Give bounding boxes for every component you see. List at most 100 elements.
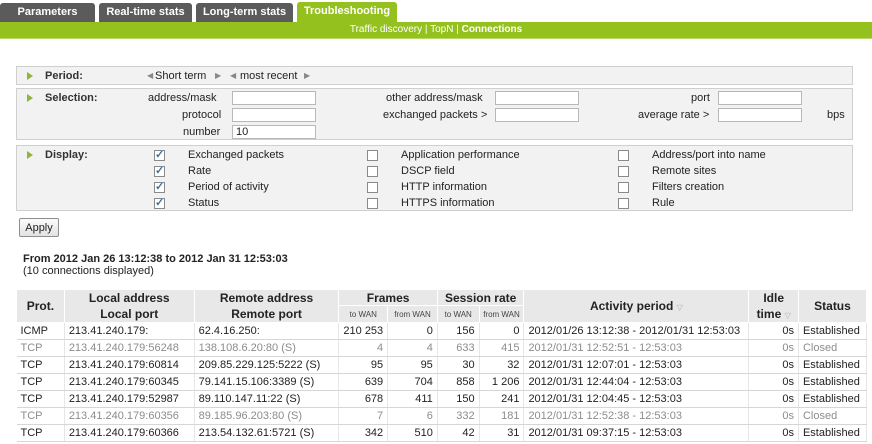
cell-period: 2012/01/31 12:52:51 - 12:53:03 — [523, 339, 750, 357]
period-term-next-icon[interactable]: ▶ — [215, 71, 221, 80]
header-activity-label: Activity period — [589, 299, 674, 313]
cell-f-to: 639 — [338, 373, 389, 391]
header-rate-to-wan[interactable]: to WAN — [436, 305, 480, 323]
checkbox-label: DSCP field — [401, 165, 455, 177]
protocol-input[interactable] — [232, 108, 316, 122]
header-remote-address[interactable]: Remote address — [193, 289, 340, 306]
checkbox-dscp-field[interactable] — [367, 166, 378, 177]
checkbox-rule[interactable] — [618, 198, 629, 209]
cell-prot: TCP — [16, 424, 65, 442]
tab-real-time-stats[interactable]: Real-time stats — [99, 3, 192, 22]
table-row[interactable]: TCP 213.41.240.179:60814 209.85.229.125:52… — [16, 356, 868, 374]
header-frames[interactable]: Frames — [338, 289, 438, 306]
connection-count-text: (10 connections displayed) — [23, 265, 154, 277]
subnav-traffic-discovery[interactable]: Traffic discovery — [350, 24, 422, 35]
average-rate-input[interactable] — [718, 108, 802, 122]
sub-navigation: Traffic discovery | TopN | Connections — [0, 22, 872, 38]
header-idle[interactable]: Idle — [748, 289, 799, 306]
tab-long-term-stats[interactable]: Long-term stats — [196, 3, 293, 22]
checkbox-address-port-into-name[interactable] — [618, 150, 629, 161]
cell-f-from: 95 — [387, 356, 438, 374]
header-prot[interactable]: Prot. — [16, 289, 65, 323]
cell-r-from: 0 — [479, 322, 525, 340]
header-remote-port[interactable]: Remote port — [193, 305, 340, 323]
number-input[interactable] — [232, 125, 316, 139]
header-rate-from-wan[interactable]: from WAN — [478, 305, 525, 323]
checkbox-label: HTTPS information — [401, 197, 495, 209]
cell-idle: 0s — [748, 339, 799, 357]
number-label: number — [183, 126, 221, 138]
expand-arrow-icon[interactable] — [27, 72, 33, 80]
sort-icon[interactable]: ▽ — [677, 303, 683, 312]
cell-remote: 89.110.147.11:22 (S) — [194, 390, 340, 408]
period-recency-next-icon[interactable]: ▶ — [304, 71, 310, 80]
table-row[interactable]: TCP 213.41.240.179:56248 138.108.6.20:80 (… — [16, 339, 868, 357]
cell-remote: 62.4.16.250: — [194, 322, 340, 340]
checkbox-filters-creation[interactable] — [618, 182, 629, 193]
subnav-topn[interactable]: TopN — [430, 24, 453, 35]
checkbox-application-performance[interactable] — [367, 150, 378, 161]
header-frames-from-wan[interactable]: from WAN — [387, 305, 438, 323]
cell-f-from: 0 — [387, 322, 438, 340]
exchanged-packets-input[interactable] — [495, 108, 579, 122]
checkbox-label: Filters creation — [652, 181, 725, 193]
cell-remote: 79.141.15.106:3389 (S) — [194, 373, 340, 391]
subnav-separator: | — [422, 24, 431, 35]
sort-icon[interactable]: ▽ — [785, 311, 791, 320]
other-address-label: other address/mask — [386, 92, 483, 104]
subnav-connections[interactable]: Connections — [462, 24, 523, 35]
expand-arrow-icon[interactable] — [27, 94, 33, 102]
cell-idle: 0s — [748, 373, 799, 391]
subnav-separator: | — [453, 24, 462, 35]
table-row[interactable]: TCP 213.41.240.179:52987 89.110.147.11:22 … — [16, 390, 868, 408]
cell-local: 213.41.240.179:56248 — [64, 339, 195, 357]
table-row[interactable]: TCP 213.41.240.179:60345 79.141.15.106:338… — [16, 373, 868, 391]
cell-status: Closed — [798, 407, 868, 425]
header-activity-period[interactable]: Activity period ▽ — [523, 289, 750, 323]
selection-label: Selection: — [45, 92, 98, 104]
cell-f-from: 704 — [387, 373, 438, 391]
checkbox-rate[interactable] — [154, 164, 165, 177]
header-status[interactable]: Status — [797, 289, 868, 323]
table-row[interactable]: TCP 213.41.240.179:60356 89.185.96.203:80 … — [16, 407, 868, 425]
table-row[interactable]: TCP 213.41.240.179:60366 213.54.132.61:572… — [16, 424, 868, 442]
tab-parameters[interactable]: Parameters — [0, 3, 95, 22]
cell-prot: TCP — [16, 373, 65, 391]
period-recency-prev-icon[interactable]: ◀ — [230, 71, 236, 80]
divider — [0, 38, 872, 39]
apply-button[interactable]: Apply — [19, 218, 59, 237]
tab-troubleshooting[interactable]: Troubleshooting — [297, 2, 397, 22]
checkbox-period-of-activity[interactable] — [154, 180, 165, 193]
period-term-prev-icon[interactable]: ◀ — [147, 71, 153, 80]
port-input[interactable] — [718, 91, 802, 105]
period-term-value: Short term — [155, 70, 207, 82]
checkbox-http-information[interactable] — [367, 182, 378, 193]
address-mask-input[interactable] — [232, 91, 316, 105]
header-session-rate[interactable]: Session rate — [436, 289, 525, 306]
cell-period: 2012/01/31 12:44:04 - 12:53:03 — [523, 373, 750, 391]
checkbox-exchanged-packets[interactable] — [154, 148, 165, 161]
header-local-address[interactable]: Local address — [63, 289, 195, 306]
header-frames-to-wan[interactable]: to WAN — [338, 305, 389, 323]
cell-remote: 138.108.6.20:80 (S) — [194, 339, 340, 357]
cell-status: Closed — [798, 339, 868, 357]
time-range-text: From 2012 Jan 26 13:12:38 to 2012 Jan 31… — [23, 253, 288, 265]
checkbox-https-information[interactable] — [367, 198, 378, 209]
expand-arrow-icon[interactable] — [27, 151, 33, 159]
header-local-port[interactable]: Local port — [63, 305, 195, 323]
cell-f-from: 6 — [387, 407, 438, 425]
cell-prot: ICMP — [16, 322, 65, 340]
cell-r-from: 31 — [479, 424, 525, 442]
checkbox-label: Exchanged packets — [188, 149, 285, 161]
cell-f-from: 4 — [387, 339, 438, 357]
other-address-input[interactable] — [495, 91, 579, 105]
cell-r-to: 156 — [437, 322, 480, 340]
checkbox-status[interactable] — [154, 196, 165, 209]
header-idle-time-label: time — [756, 306, 782, 321]
header-idle-time[interactable]: time ▽ — [748, 305, 799, 323]
period-box: Period: ◀ Short term ▶ ◀ most recent ▶ — [16, 66, 853, 85]
selection-box: Selection: address/mask protocol number … — [16, 88, 853, 140]
table-row[interactable]: ICMP 213.41.240.179: 62.4.16.250: 210 253 0 1… — [16, 322, 868, 340]
checkbox-remote-sites[interactable] — [618, 166, 629, 177]
exchanged-packets-label: exchanged packets > — [383, 109, 488, 121]
